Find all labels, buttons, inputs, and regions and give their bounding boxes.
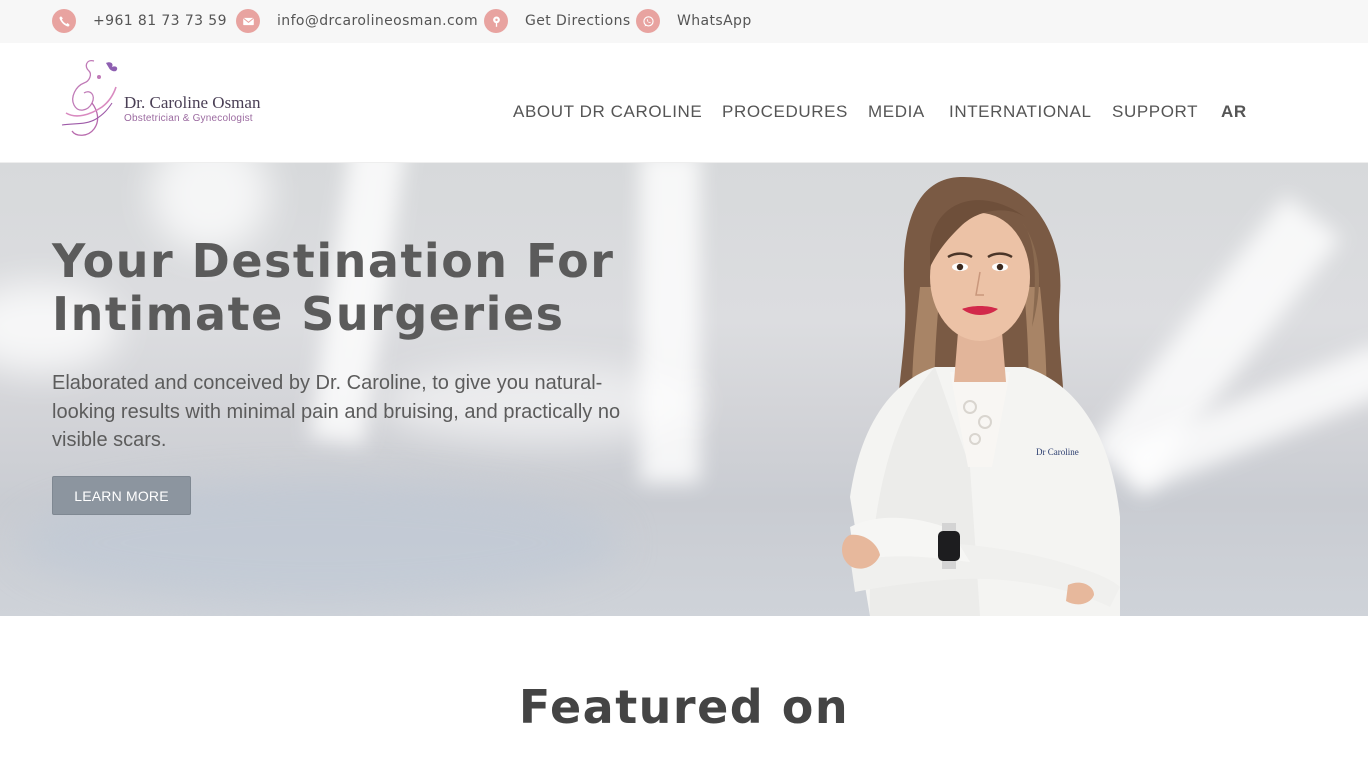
logo-subtitle: Obstetrician & Gynecologist [124,113,253,124]
coat-name-label: Dr Caroline [1036,447,1079,457]
nav-procedures[interactable]: PROCEDURES [722,102,848,122]
nav-support[interactable]: SUPPORT [1112,102,1198,122]
learn-more-button[interactable]: LEARN MORE [52,476,191,515]
nav-language-ar[interactable]: AR [1221,102,1247,122]
directions-link[interactable]: Get Directions [484,9,631,33]
envelope-icon [236,9,260,33]
hero-title: Your Destination For Intimate Surgeries [52,234,615,341]
nav-international[interactable]: INTERNATIONAL [949,102,1092,122]
email-text: info@drcarolineosman.com [277,13,479,29]
email-link[interactable]: info@drcarolineosman.com [236,9,478,33]
whatsapp-icon [636,9,660,33]
nav-media[interactable]: MEDIA [868,102,925,122]
site-logo[interactable]: Dr. Caroline Osman Obstetrician & Gyneco… [56,53,276,143]
top-contact-bar: +961 81 73 73 59 info@drcarolineosman.co… [0,0,1368,43]
phone-text: +961 81 73 73 59 [93,13,227,29]
whatsapp-link[interactable]: WhatsApp [636,9,752,33]
featured-on-heading: Featured on [518,680,850,734]
logo-name: Dr. Caroline Osman [124,93,261,112]
hero-description: Elaborated and conceived by Dr. Caroline… [52,372,621,451]
doctor-portrait: Dr Caroline [842,176,1120,616]
logo-mark-icon [61,60,118,136]
whatsapp-text: WhatsApp [677,13,752,29]
map-pin-icon [484,9,508,33]
directions-text: Get Directions [525,13,631,29]
hero-banner: Your Destination For Intimate Surgeries … [0,163,1368,616]
phone-link[interactable]: +961 81 73 73 59 [52,9,227,33]
phone-icon [52,9,76,33]
nav-about-dr-caroline[interactable]: ABOUT DR CAROLINE [513,102,702,122]
